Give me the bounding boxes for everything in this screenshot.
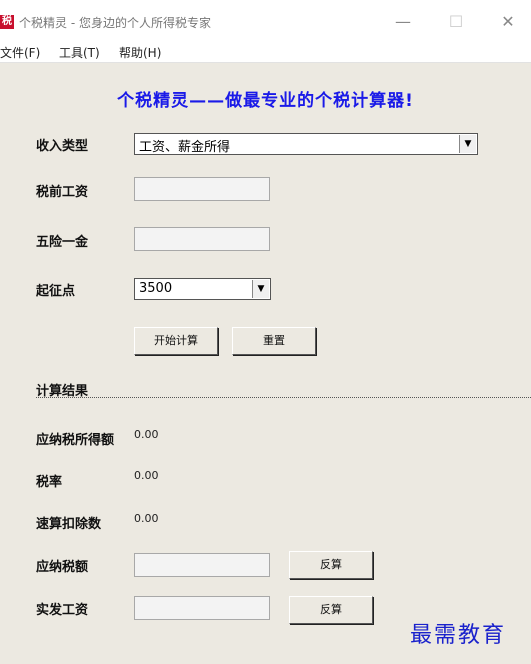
menu-tools[interactable]: 工具(T): [59, 44, 100, 61]
chevron-down-icon[interactable]: ▼: [252, 280, 269, 298]
close-button[interactable]: ✕: [490, 8, 526, 36]
watermark-text: 最需教育: [410, 623, 507, 648]
menu-file[interactable]: 文件(F): [0, 44, 40, 61]
tax-rate-label: 税率: [36, 475, 63, 490]
menu-help[interactable]: 帮助(H): [119, 44, 161, 61]
maximize-button[interactable]: ☐: [438, 8, 474, 36]
threshold-label: 起征点: [36, 284, 76, 299]
reset-button[interactable]: 重置: [232, 327, 316, 355]
tax-rate-value: 0.00: [134, 469, 159, 482]
net-salary-input[interactable]: [134, 596, 270, 620]
calculate-button[interactable]: 开始计算: [134, 327, 218, 355]
income-type-select[interactable]: 工资、薪金所得 ▼: [134, 133, 478, 155]
tax-payable-input[interactable]: [134, 553, 270, 577]
results-divider: [36, 397, 531, 398]
taxable-income-value: 0.00: [134, 428, 159, 441]
taxable-income-label: 应纳税所得额: [36, 433, 115, 448]
chevron-down-icon[interactable]: ▼: [459, 135, 476, 153]
income-type-value: 工资、薪金所得: [139, 140, 231, 155]
window-title: 个税精灵 - 您身边的个人所得税专家: [19, 16, 211, 30]
pretax-salary-input[interactable]: [134, 177, 270, 201]
insurance-input[interactable]: [134, 227, 270, 251]
minimize-button[interactable]: —: [385, 8, 421, 36]
net-salary-label: 实发工资: [36, 603, 89, 618]
insurance-label: 五险一金: [36, 235, 89, 250]
title-bar: 税 个税精灵 - 您身边的个人所得税专家 — ☐ ✕: [0, 0, 531, 42]
threshold-value: 3500: [139, 281, 173, 296]
page-title: 个税精灵——做最专业的个税计算器!: [117, 91, 414, 111]
net-salary-reverse-button[interactable]: 反算: [289, 596, 373, 624]
tax-payable-label: 应纳税额: [36, 560, 89, 575]
quick-deduction-value: 0.00: [134, 512, 159, 525]
tax-payable-reverse-button[interactable]: 反算: [289, 551, 373, 579]
income-type-label: 收入类型: [36, 139, 89, 154]
app-logo-icon: 税: [0, 15, 14, 29]
pretax-salary-label: 税前工资: [36, 185, 89, 200]
threshold-select[interactable]: 3500 ▼: [134, 278, 271, 300]
quick-deduction-label: 速算扣除数: [36, 517, 102, 532]
menu-bar: 文件(F) 工具(T) 帮助(H): [0, 42, 531, 63]
